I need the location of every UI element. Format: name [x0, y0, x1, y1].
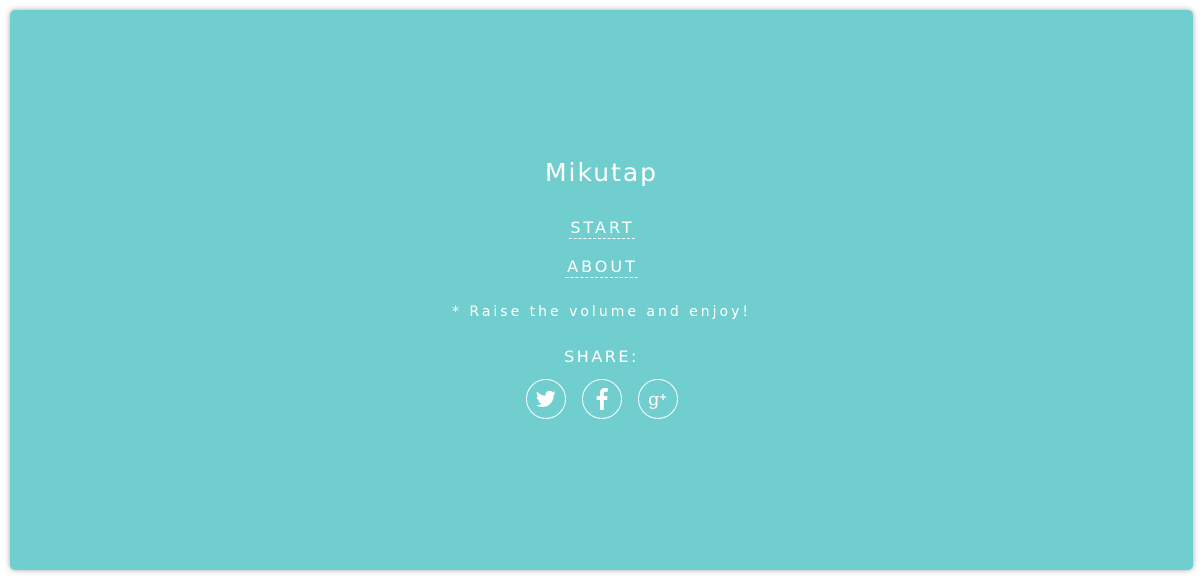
facebook-icon: [596, 388, 608, 410]
share-buttons: g: [10, 379, 1193, 419]
svg-text:g: g: [648, 389, 660, 410]
start-button[interactable]: START: [568, 218, 635, 239]
share-google-plus-button[interactable]: g: [637, 379, 678, 419]
start-screen: Mikutap START ABOUT * Raise the volume a…: [10, 10, 1193, 570]
twitter-icon: [535, 390, 556, 408]
share-twitter-button[interactable]: [525, 379, 566, 419]
google-plus-icon: g: [646, 388, 670, 410]
share-label: SHARE:: [564, 347, 639, 366]
volume-note: * Raise the volume and enjoy!: [451, 304, 752, 320]
app-canvas[interactable]: Mikutap START ABOUT * Raise the volume a…: [10, 10, 1193, 570]
about-button[interactable]: ABOUT: [565, 257, 638, 278]
app-title: Mikutap: [544, 158, 659, 187]
share-facebook-button[interactable]: [581, 379, 622, 419]
